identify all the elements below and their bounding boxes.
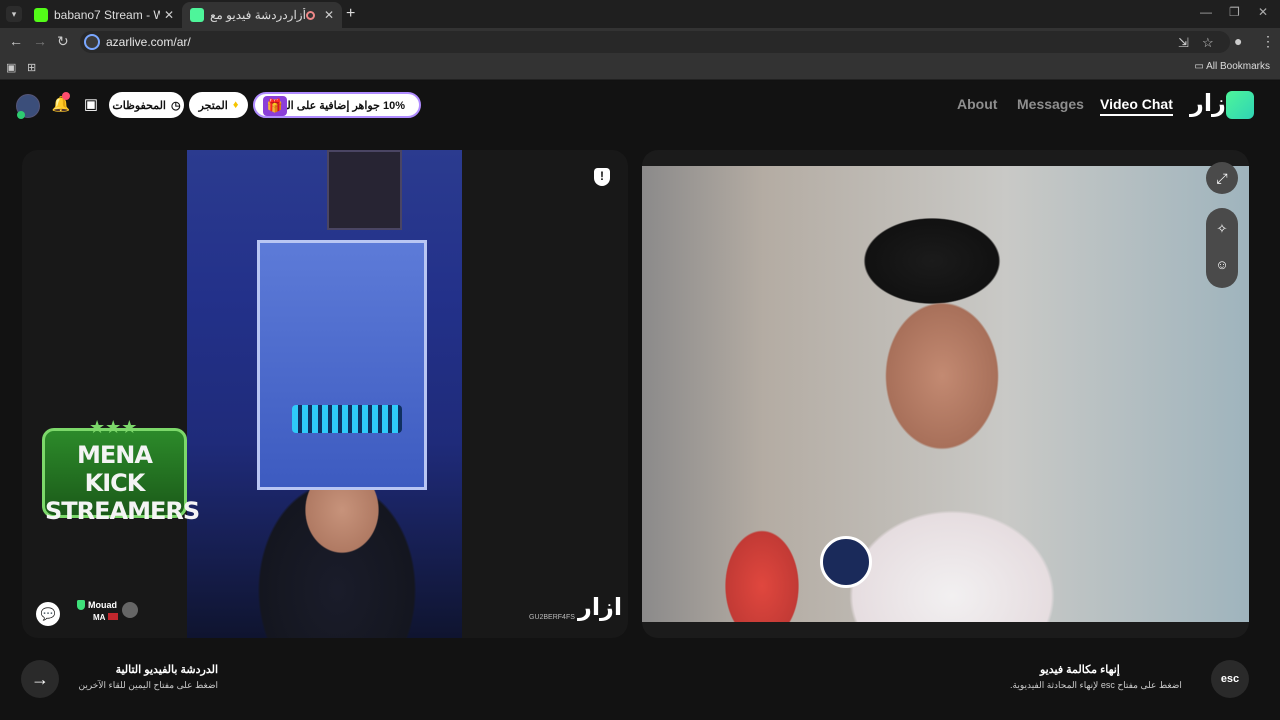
inbox-icon[interactable]: ▣	[81, 95, 101, 115]
morocco-flag-icon	[108, 613, 118, 620]
tab-bar: ▾ babano7 Stream - Watch Live on ✕ أزارد…	[0, 0, 1280, 28]
nav-about[interactable]: About	[957, 96, 997, 112]
end-call-subtitle: اضغط على مفتاح esc لإنهاء المحادثة الفيد…	[1010, 680, 1182, 690]
notification-badge	[62, 92, 70, 100]
overlay-line2: STREAMERS	[45, 497, 200, 525]
next-chat-button[interactable]: →	[21, 660, 59, 698]
pixel-glasses-image	[292, 405, 402, 433]
saved-button[interactable]: المحفوظات ◷	[109, 92, 184, 118]
next-chat-title: الدردشة بالفيديو التالية	[115, 664, 218, 676]
tab-search-button[interactable]: ▾	[6, 6, 22, 22]
session-code: GU2BERF4FS	[529, 614, 575, 621]
magic-wand-icon[interactable]: ✧	[1214, 221, 1230, 237]
chat-bubble-icon[interactable]: 💬	[36, 602, 60, 626]
forward-icon[interactable]: →	[33, 33, 47, 49]
profile-icon[interactable]: ●	[1234, 33, 1242, 49]
user-country: MA	[93, 613, 106, 622]
tab-azar[interactable]: أزاردردشة فيديو مع أشخاص ✕	[182, 2, 342, 28]
minimize-button[interactable]: —	[1200, 5, 1212, 19]
azar-logo-icon[interactable]	[1226, 91, 1254, 119]
expand-icon[interactable]: ⤢	[1206, 162, 1238, 194]
url-field[interactable]: azarlive.com/ar/ ⇲ ☆	[80, 31, 1230, 53]
effects-toolbar: ✧ ☺	[1206, 208, 1238, 288]
partner-video-panel: ⤢ ✧ ☺	[642, 150, 1249, 638]
azar-watermark: ازار	[578, 593, 623, 621]
saved-label: المحفوظات	[112, 99, 166, 112]
bell-icon[interactable]: 🔔	[51, 92, 71, 115]
user-card[interactable]: Mouad MA	[72, 598, 142, 628]
star-icon[interactable]: ☆	[1202, 35, 1214, 51]
site-info-icon[interactable]	[84, 34, 100, 50]
shelf-image	[257, 240, 427, 490]
kick-favicon-icon	[34, 8, 48, 22]
recording-icon	[305, 10, 315, 20]
tab-strip-icon[interactable]: ▣	[6, 61, 16, 74]
partner-camera-feed	[642, 166, 1249, 622]
close-icon[interactable]: ✕	[164, 8, 174, 22]
install-icon[interactable]: ⇲	[1178, 35, 1189, 51]
window-close-button[interactable]: ✕	[1258, 5, 1268, 19]
end-call-button[interactable]: esc	[1211, 660, 1249, 698]
user-icon[interactable]	[122, 602, 138, 618]
online-status-icon	[17, 111, 25, 119]
tab-babano7[interactable]: babano7 Stream - Watch Live on ✕	[26, 2, 182, 28]
stream-overlay-badge: ★★★ MENA KICK STREAMERS	[42, 417, 200, 525]
nav-video-chat[interactable]: Video Chat	[1100, 96, 1173, 116]
maximize-button[interactable]: ❐	[1229, 5, 1240, 19]
overlay-line1: MENA KICK	[77, 441, 153, 497]
shop-label: المتجر	[198, 99, 228, 112]
azar-favicon-icon	[190, 8, 204, 22]
gift-icon: 🎁	[263, 96, 287, 116]
tab-title: babano7 Stream - Watch Live on	[54, 8, 160, 22]
bookmarks-bar: ▣ ⊞ ▭ All Bookmarks	[0, 56, 1280, 80]
self-video-panel: ★★★ MENA KICK STREAMERS ! ازار GU2BERF4F…	[22, 150, 628, 638]
tab-title: أزاردردشة فيديو مع أشخاص	[210, 8, 306, 22]
azar-page: 🔔 ▣ المحفوظات ◷ المتجر ♦ 🎁 10% جواهر إضافي…	[0, 81, 1280, 720]
gpu-box-image	[327, 150, 402, 230]
nav-messages[interactable]: Messages	[1017, 96, 1084, 112]
back-icon[interactable]: ←	[9, 33, 23, 49]
reload-icon[interactable]: ↻	[57, 33, 69, 50]
sticker-icon[interactable]: ☺	[1214, 257, 1230, 273]
close-icon[interactable]: ✕	[324, 8, 334, 22]
report-shield-icon[interactable]: !	[594, 168, 610, 186]
menu-icon[interactable]: ⋮	[1261, 33, 1275, 50]
end-call-title: إنهاء مكالمة فيديو	[1040, 664, 1120, 676]
history-icon: ◷	[170, 99, 181, 112]
all-bookmarks-button[interactable]: ▭ All Bookmarks	[1194, 61, 1270, 72]
apps-grid-icon[interactable]: ⊞	[27, 61, 36, 74]
next-chat-subtitle: اضغط على مفتاح اليمين للقاء الآخرين	[78, 680, 218, 690]
all-bookmarks-label: All Bookmarks	[1206, 61, 1270, 72]
jersey-crest-image	[820, 536, 872, 588]
stars-icon: ★★★	[89, 417, 138, 437]
user-name: Mouad	[88, 600, 117, 610]
site-header: 🔔 ▣ المحفوظات ◷ المتجر ♦ 🎁 10% جواهر إضافي…	[0, 81, 1280, 129]
url-text: azarlive.com/ar/	[106, 35, 191, 49]
promo-banner[interactable]: 🎁 10% جواهر إضافية على الويب!	[253, 92, 421, 118]
verified-shield-icon	[77, 600, 85, 610]
address-bar: ← → ↻ azarlive.com/ar/ ⇲ ☆ ● ⋮	[0, 28, 1280, 56]
shop-button[interactable]: المتجر ♦	[189, 92, 248, 118]
gem-icon: ♦	[232, 99, 239, 111]
new-tab-button[interactable]: +	[346, 5, 355, 23]
self-camera-feed	[187, 150, 462, 638]
